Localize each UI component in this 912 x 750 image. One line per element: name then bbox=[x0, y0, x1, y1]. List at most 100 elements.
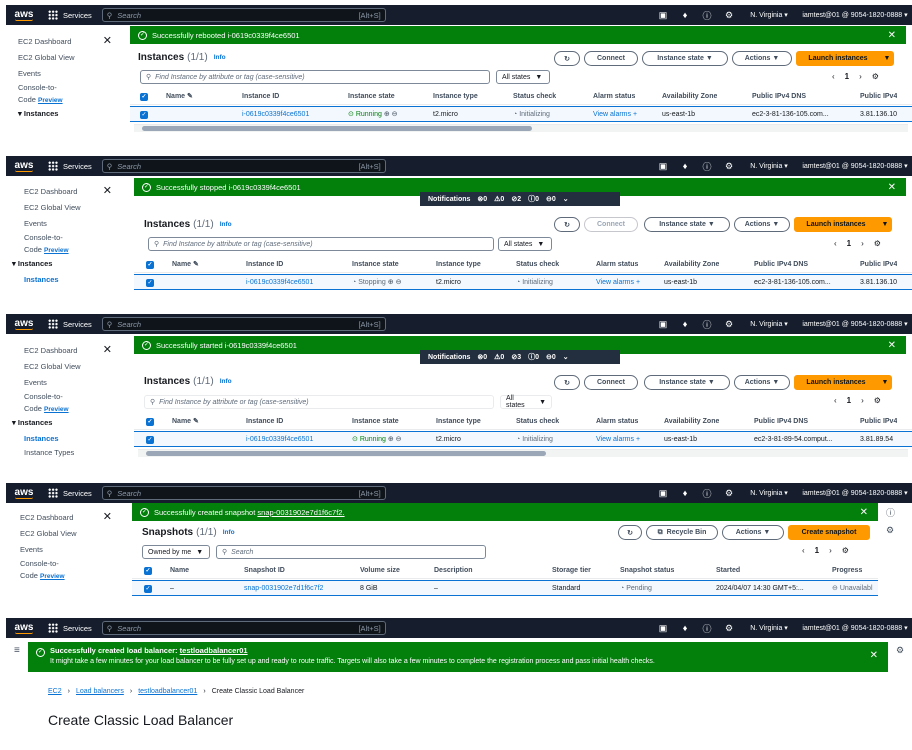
view-alarms-link[interactable]: View alarms + bbox=[596, 432, 640, 448]
col-instance-type[interactable]: Instance type bbox=[436, 414, 481, 430]
notification-bar[interactable]: Notifications ⊗0 ⚠0 ⊘3 ⓘ0 ⊖0 ⌄ bbox=[420, 350, 620, 364]
pagination[interactable]: ‹ 1 › ⚙ bbox=[834, 396, 881, 405]
aws-logo[interactable]: aws bbox=[6, 318, 42, 330]
breadcrumb-load-balancers[interactable]: Load balancers bbox=[76, 688, 124, 695]
row-checkbox[interactable]: ✓ bbox=[146, 279, 154, 287]
dismiss-icon[interactable]: ✕ bbox=[888, 340, 896, 351]
close-icon[interactable]: ✕ bbox=[103, 510, 112, 523]
recycle-bin-button[interactable]: ⧉ Recycle Bin bbox=[646, 525, 718, 540]
col-instance-type[interactable]: Instance type bbox=[433, 89, 478, 105]
region-selector[interactable]: N. Virginia ▾ bbox=[740, 11, 798, 19]
horizontal-scrollbar[interactable] bbox=[138, 449, 908, 457]
select-all-checkbox[interactable]: ✓ bbox=[140, 93, 148, 101]
aws-logo[interactable]: aws bbox=[6, 487, 42, 499]
col-instance-type[interactable]: Instance type bbox=[436, 257, 481, 273]
bell-icon[interactable]: ♦ bbox=[674, 10, 696, 20]
help-icon[interactable]: ⓘ bbox=[696, 160, 718, 173]
instance-id-link[interactable]: i-0619c0339f4ce6501 bbox=[242, 107, 309, 123]
instance-state-button[interactable]: Instance state ▼ bbox=[642, 51, 728, 66]
col-snapshot-status[interactable]: Snapshot status bbox=[620, 563, 674, 579]
col-ip[interactable]: Public IPv4 bbox=[860, 89, 897, 105]
aws-logo[interactable]: aws bbox=[6, 9, 42, 21]
col-instance-state[interactable]: Instance state bbox=[352, 414, 399, 430]
col-storage-tier[interactable]: Storage tier bbox=[552, 563, 591, 579]
chevron-right-icon[interactable]: › bbox=[829, 546, 832, 555]
refresh-button[interactable]: ↻ bbox=[554, 51, 580, 66]
states-select[interactable]: All states ▼ bbox=[496, 70, 550, 84]
connect-button[interactable]: Connect bbox=[584, 217, 638, 232]
col-ip[interactable]: Public IPv4 bbox=[860, 257, 897, 273]
sidebar-item-dashboard[interactable]: EC2 Dashboard bbox=[24, 343, 130, 359]
region-selector[interactable]: N. Virginia ▾ bbox=[740, 624, 798, 632]
col-dns[interactable]: Public IPv4 DNS bbox=[752, 89, 806, 105]
table-row[interactable]: ✓ – snap-0031902e7d1f6c7f2 8 GiB – Stand… bbox=[132, 580, 878, 596]
account-menu[interactable]: iamtest@01 @ 9054-1820-0888 ▾ bbox=[798, 11, 912, 19]
search-input[interactable]: ⚲ Search [Alt+S] bbox=[101, 159, 386, 173]
cloudshell-icon[interactable]: ▣ bbox=[652, 161, 674, 172]
sidebar-item-events[interactable]: Events bbox=[24, 216, 130, 232]
close-icon[interactable]: ✕ bbox=[103, 184, 112, 197]
account-menu[interactable]: iamtest@01 @ 9054-1820-0888 ▾ bbox=[798, 489, 912, 497]
services-menu[interactable]: Services bbox=[48, 488, 92, 498]
actions-button[interactable]: Actions ▼ bbox=[732, 51, 792, 66]
gear-icon[interactable]: ⚙ bbox=[718, 623, 740, 634]
col-instance-id[interactable]: Instance ID bbox=[246, 257, 283, 273]
services-menu[interactable]: Services bbox=[48, 161, 92, 171]
search-input[interactable]: ⚲ Search [Alt+S] bbox=[101, 8, 386, 22]
states-select[interactable]: All states ▼ bbox=[498, 237, 552, 251]
sidebar-item-console[interactable]: Console-to- bbox=[20, 558, 130, 570]
services-menu[interactable]: Services bbox=[48, 623, 92, 633]
dismiss-icon[interactable]: ✕ bbox=[860, 507, 868, 518]
col-status-check[interactable]: Status check bbox=[513, 89, 556, 105]
account-menu[interactable]: iamtest@01 @ 9054-1820-0888 ▾ bbox=[798, 162, 912, 170]
table-row[interactable]: ✓ i-0619c0339f4ce6501 ⊙ Running ⊕ ⊖ t2.m… bbox=[134, 431, 912, 447]
info-link[interactable]: Info bbox=[214, 54, 226, 61]
info-link[interactable]: Info bbox=[220, 378, 232, 385]
col-ip[interactable]: Public IPv4 bbox=[860, 414, 897, 430]
chevron-left-icon[interactable]: ‹ bbox=[834, 239, 837, 248]
col-name[interactable]: Name ✎ bbox=[166, 89, 193, 105]
sidebar-item-global-view[interactable]: EC2 Global View bbox=[20, 526, 130, 542]
col-dns[interactable]: Public IPv4 DNS bbox=[754, 414, 808, 430]
bell-icon[interactable]: ♦ bbox=[674, 161, 696, 171]
chevron-left-icon[interactable]: ‹ bbox=[832, 72, 835, 81]
launch-instances-button[interactable]: Launch instances bbox=[796, 51, 880, 66]
sidebar-item-console[interactable]: Console-to- bbox=[24, 232, 130, 244]
sidebar-item-dashboard[interactable]: EC2 Dashboard bbox=[18, 34, 130, 50]
col-alarm-status[interactable]: Alarm status bbox=[596, 414, 638, 430]
refresh-button[interactable]: ↻ bbox=[554, 375, 580, 390]
cloudshell-icon[interactable]: ▣ bbox=[652, 623, 674, 634]
table-row[interactable]: ✓ i-0619c0339f4ce6501 ◔ Stopping ⊕ ⊖ t2.… bbox=[134, 274, 912, 290]
page-number[interactable]: 1 bbox=[815, 546, 819, 555]
services-menu[interactable]: Services bbox=[48, 319, 92, 329]
sidebar-item-dashboard[interactable]: EC2 Dashboard bbox=[20, 510, 130, 526]
owned-by-select[interactable]: Owned by me ▼ bbox=[142, 545, 210, 559]
snapshot-link[interactable]: snap-0031902e7d1f6c7f2. bbox=[257, 508, 344, 517]
create-snapshot-button[interactable]: Create snapshot bbox=[788, 525, 870, 540]
info-panel-icon[interactable]: ⓘ bbox=[886, 506, 895, 519]
sidebar-item-console-code[interactable]: Code Preview bbox=[24, 244, 130, 256]
search-input[interactable]: ⚲ Search [Alt+S] bbox=[101, 486, 386, 500]
settings-panel-icon[interactable]: ⚙ bbox=[886, 525, 894, 536]
close-icon[interactable]: ✕ bbox=[103, 34, 112, 47]
bell-icon[interactable]: ♦ bbox=[674, 488, 696, 498]
col-started[interactable]: Started bbox=[716, 563, 740, 579]
sidebar-item-console[interactable]: Console-to- bbox=[24, 391, 130, 403]
sidebar-item-console[interactable]: Console-to- bbox=[18, 82, 130, 94]
page-number[interactable]: 1 bbox=[847, 239, 851, 248]
col-name[interactable]: Name ✎ bbox=[172, 257, 199, 273]
close-icon[interactable]: ✕ bbox=[103, 343, 112, 356]
col-dns[interactable]: Public IPv4 DNS bbox=[754, 257, 808, 273]
launch-dropdown-button[interactable]: ▼ bbox=[878, 375, 892, 390]
refresh-button[interactable]: ↻ bbox=[618, 525, 642, 540]
chevron-left-icon[interactable]: ‹ bbox=[834, 396, 837, 405]
notification-bar[interactable]: Notifications ⊗0 ⚠0 ⊘2 ⓘ0 ⊖0 ⌄ bbox=[420, 192, 620, 206]
cloudshell-icon[interactable]: ▣ bbox=[652, 10, 674, 21]
actions-button[interactable]: Actions ▼ bbox=[734, 375, 790, 390]
sidebar-section-instances[interactable]: ▾ Instances bbox=[12, 256, 130, 272]
search-input[interactable]: ⚲ Search [Alt+S] bbox=[101, 317, 386, 331]
cloudshell-icon[interactable]: ▣ bbox=[652, 488, 674, 499]
sidebar-item-events[interactable]: Events bbox=[24, 375, 130, 391]
gear-icon[interactable]: ⚙ bbox=[718, 161, 740, 172]
dismiss-icon[interactable]: ✕ bbox=[888, 182, 896, 193]
